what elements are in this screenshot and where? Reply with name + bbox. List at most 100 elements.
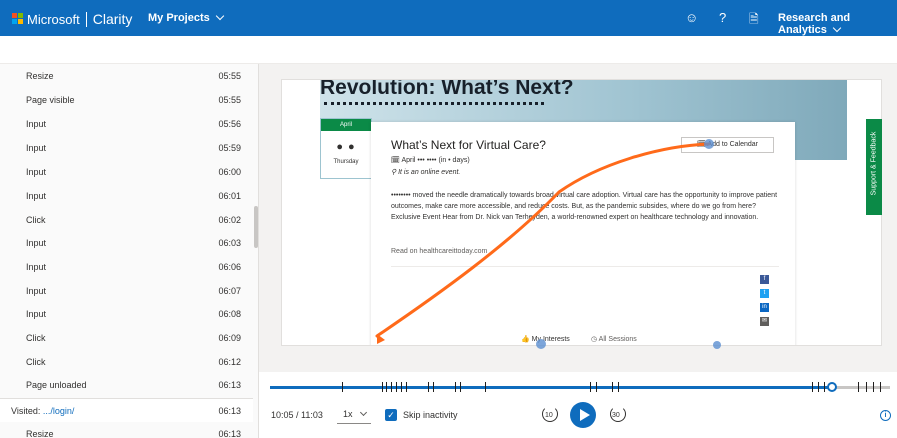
event-name: Resize <box>26 71 54 81</box>
event-name: Click <box>26 357 46 367</box>
event-name: Input <box>26 119 47 129</box>
event-time: 06:03 <box>218 238 241 248</box>
chevron-down-icon <box>215 11 224 21</box>
event-time: 05:55 <box>218 95 241 105</box>
forward-icon[interactable]: 30 <box>610 406 626 422</box>
event-row[interactable]: Page unloaded 06:13 <box>0 373 253 397</box>
event-row[interactable]: Input 05:59 <box>0 136 253 160</box>
event-row[interactable]: Input 06:03 <box>0 231 253 255</box>
mouse-trail-overlay <box>375 139 721 349</box>
event-time: 06:13 <box>218 380 241 390</box>
event-row[interactable]: Click 06:02 <box>0 208 253 232</box>
event-time: 06:06 <box>218 262 241 272</box>
timeline-marker <box>858 382 859 392</box>
event-row[interactable]: Input 06:01 <box>0 184 253 208</box>
rewind-icon[interactable]: 10 <box>542 406 558 422</box>
timeline-scrubber[interactable] <box>827 382 838 392</box>
event-time: 05:59 <box>218 143 241 153</box>
event-time: 06:13 <box>218 405 241 416</box>
timeline-marker <box>590 382 591 392</box>
timeline-marker <box>342 382 343 392</box>
visited-link[interactable]: .../login/ <box>43 406 75 416</box>
mouse-trail-path <box>375 142 711 338</box>
timeline-track[interactable] <box>270 386 890 389</box>
cursor-icon <box>377 334 385 344</box>
org-dropdown[interactable]: Research and Analytics <box>778 12 897 36</box>
timeline-marker <box>596 382 597 392</box>
my-projects-dropdown[interactable]: My Projects <box>148 11 224 24</box>
timeline-marker <box>824 382 825 392</box>
event-name: Input <box>26 143 47 153</box>
top-bar: Microsoft Clarity My Projects ☺ ? 🗎 Rese… <box>0 0 897 36</box>
event-row[interactable]: Click 06:12 <box>0 350 253 374</box>
event-name: Input <box>26 309 47 319</box>
timeline-marker <box>612 382 613 392</box>
event-row[interactable]: Input 06:00 <box>0 160 253 184</box>
speed-value: 1x <box>343 409 353 419</box>
brand[interactable]: Microsoft Clarity <box>27 11 132 27</box>
event-time: 05:56 <box>218 119 241 129</box>
timeline-marker <box>618 382 619 392</box>
event-row[interactable]: Click 06:09 <box>0 326 253 350</box>
info-icon[interactable]: i <box>880 410 891 421</box>
visited-text: Visited: .../login/ <box>11 406 74 416</box>
speed-dropdown[interactable]: 1x <box>337 404 371 424</box>
brand-divider <box>85 11 87 27</box>
brand-name: Microsoft <box>27 11 80 27</box>
org-label: Research and Analytics <box>778 12 851 36</box>
timeline-marker <box>873 382 874 392</box>
event-list: Resize 05:55 Page visible 05:55 Input 05:56… <box>0 64 259 438</box>
event-name: Click <box>26 215 46 225</box>
click-marker <box>704 139 714 149</box>
event-time: 05:55 <box>218 71 241 81</box>
event-name: Page unloaded <box>26 380 87 390</box>
visited-row[interactable]: Visited: .../login/ 06:13 <box>0 398 253 422</box>
event-name: Input <box>26 262 47 272</box>
microsoft-logo-icon <box>12 13 23 24</box>
timeline-marker <box>880 382 881 392</box>
timeline-marker <box>406 382 407 392</box>
timeline-marker <box>485 382 486 392</box>
event-row[interactable]: Input 06:07 <box>0 279 253 303</box>
playback-controls: 10:05 / 11:03 1x ✓ Skip inactivity 10 30… <box>259 398 897 438</box>
event-row[interactable]: Resize 06:13 <box>0 422 253 438</box>
click-marker <box>713 341 721 349</box>
event-row[interactable]: Input 05:56 <box>0 112 253 136</box>
event-row[interactable]: Page visible 05:55 <box>0 88 253 112</box>
timeline-marker <box>433 382 434 392</box>
timeline-marker <box>396 382 397 392</box>
timeline-marker <box>401 382 402 392</box>
timeline-marker <box>812 382 813 392</box>
event-time: 06:12 <box>218 357 241 367</box>
event-name: Input <box>26 286 47 296</box>
click-marker <box>536 339 546 349</box>
skip-inactivity-checkbox[interactable]: ✓ <box>385 409 397 421</box>
chevron-down-icon <box>359 408 367 417</box>
timeline-marker <box>382 382 383 392</box>
event-row[interactable]: Input 06:08 <box>0 302 253 326</box>
event-name: Click <box>26 333 46 343</box>
smiley-icon[interactable]: ☺ <box>685 10 698 25</box>
timeline-marker <box>428 382 429 392</box>
help-icon[interactable]: ? <box>719 10 726 25</box>
document-icon[interactable]: 🗎 <box>749 10 759 31</box>
event-name: Input <box>26 167 47 177</box>
app-name: Clarity <box>92 11 133 27</box>
event-list-scrollbar[interactable] <box>254 206 258 248</box>
timeline-marker <box>866 382 867 392</box>
timeline-marker <box>460 382 461 392</box>
event-name: Input <box>26 238 47 248</box>
event-row[interactable]: Input 06:06 <box>0 255 253 279</box>
event-time: 06:13 <box>218 429 241 438</box>
timeline-marker <box>818 382 819 392</box>
playback-time: 10:05 / 11:03 <box>271 410 323 420</box>
skip-inactivity-label: Skip inactivity <box>403 410 458 420</box>
event-time: 06:08 <box>218 309 241 319</box>
rewind-seconds: 10 <box>545 412 553 419</box>
event-time: 06:09 <box>218 333 241 343</box>
timeline-marker <box>386 382 387 392</box>
event-time: 06:02 <box>218 215 241 225</box>
event-row[interactable]: Resize 05:55 <box>0 64 253 88</box>
timeline-marker <box>455 382 456 392</box>
play-button[interactable] <box>570 402 596 428</box>
